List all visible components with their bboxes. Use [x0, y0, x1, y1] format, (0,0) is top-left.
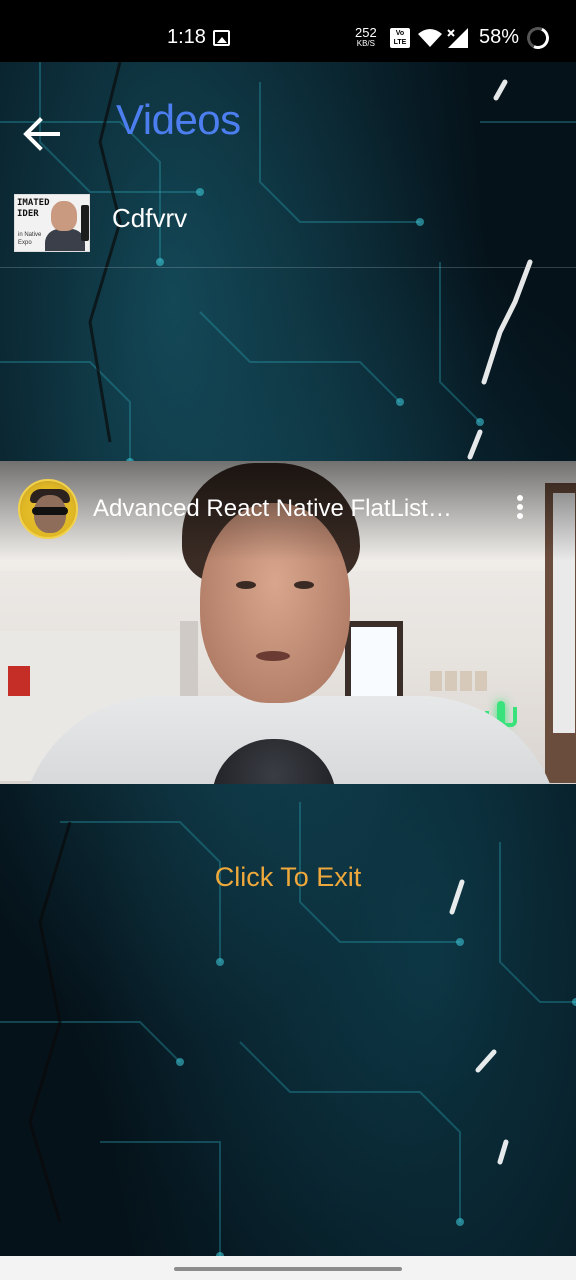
battery-icon — [523, 23, 553, 53]
signal-icon — [447, 28, 468, 48]
thumbnail-person-body — [45, 229, 85, 251]
network-speed: 252 KB/S — [355, 26, 377, 48]
volte-icon: Vo LTE — [390, 28, 410, 48]
avatar-glasses — [32, 507, 68, 515]
more-options-button[interactable] — [508, 495, 532, 525]
battery-percentage: 58% — [479, 26, 520, 48]
navigation-bar — [0, 1256, 576, 1280]
video-name[interactable]: Cdfvrv — [112, 203, 187, 234]
network-speed-value: 252 — [355, 25, 377, 40]
thumbnail-person-face — [51, 201, 77, 231]
more-vertical-icon — [508, 495, 532, 519]
home-indicator[interactable] — [174, 1267, 402, 1271]
player-video-title[interactable]: Advanced React Native FlatList… — [93, 495, 493, 523]
channel-avatar[interactable] — [18, 479, 78, 539]
thumbnail-text: IMATED IDER — [17, 198, 50, 220]
back-button[interactable] — [20, 112, 64, 156]
video-frame-person-mouth — [256, 651, 290, 661]
status-bar: 1:18 252 KB/S Vo LTE 58% — [0, 0, 576, 62]
thumbnail-subtext: in Native Expo — [18, 231, 41, 247]
video-frame-red-object — [8, 666, 30, 696]
network-speed-unit: KB/S — [356, 39, 375, 48]
video-frame-person-eye — [294, 581, 314, 589]
thumbnail-text-line: IMATED — [17, 198, 50, 208]
video-list-item[interactable]: IMATED IDER in Native Expo — [0, 186, 576, 268]
thumbnail-subtext-line: Expo — [18, 240, 32, 246]
exit-button[interactable]: Click To Exit — [0, 862, 576, 893]
page-title: Videos — [116, 96, 241, 143]
video-player[interactable]: Advanced React Native FlatList… — [0, 461, 576, 784]
thumbnail-phone — [81, 205, 89, 241]
thumbnail-text-line: IDER — [17, 209, 39, 219]
status-time: 1:18 — [167, 26, 206, 48]
thumbnail-subtext-line: in Native — [18, 232, 42, 238]
gallery-icon — [213, 30, 230, 46]
wifi-icon — [418, 29, 442, 47]
arrow-left-icon — [23, 117, 60, 151]
video-frame-person-eye — [236, 581, 256, 589]
video-thumbnail: IMATED IDER in Native Expo — [14, 194, 90, 252]
